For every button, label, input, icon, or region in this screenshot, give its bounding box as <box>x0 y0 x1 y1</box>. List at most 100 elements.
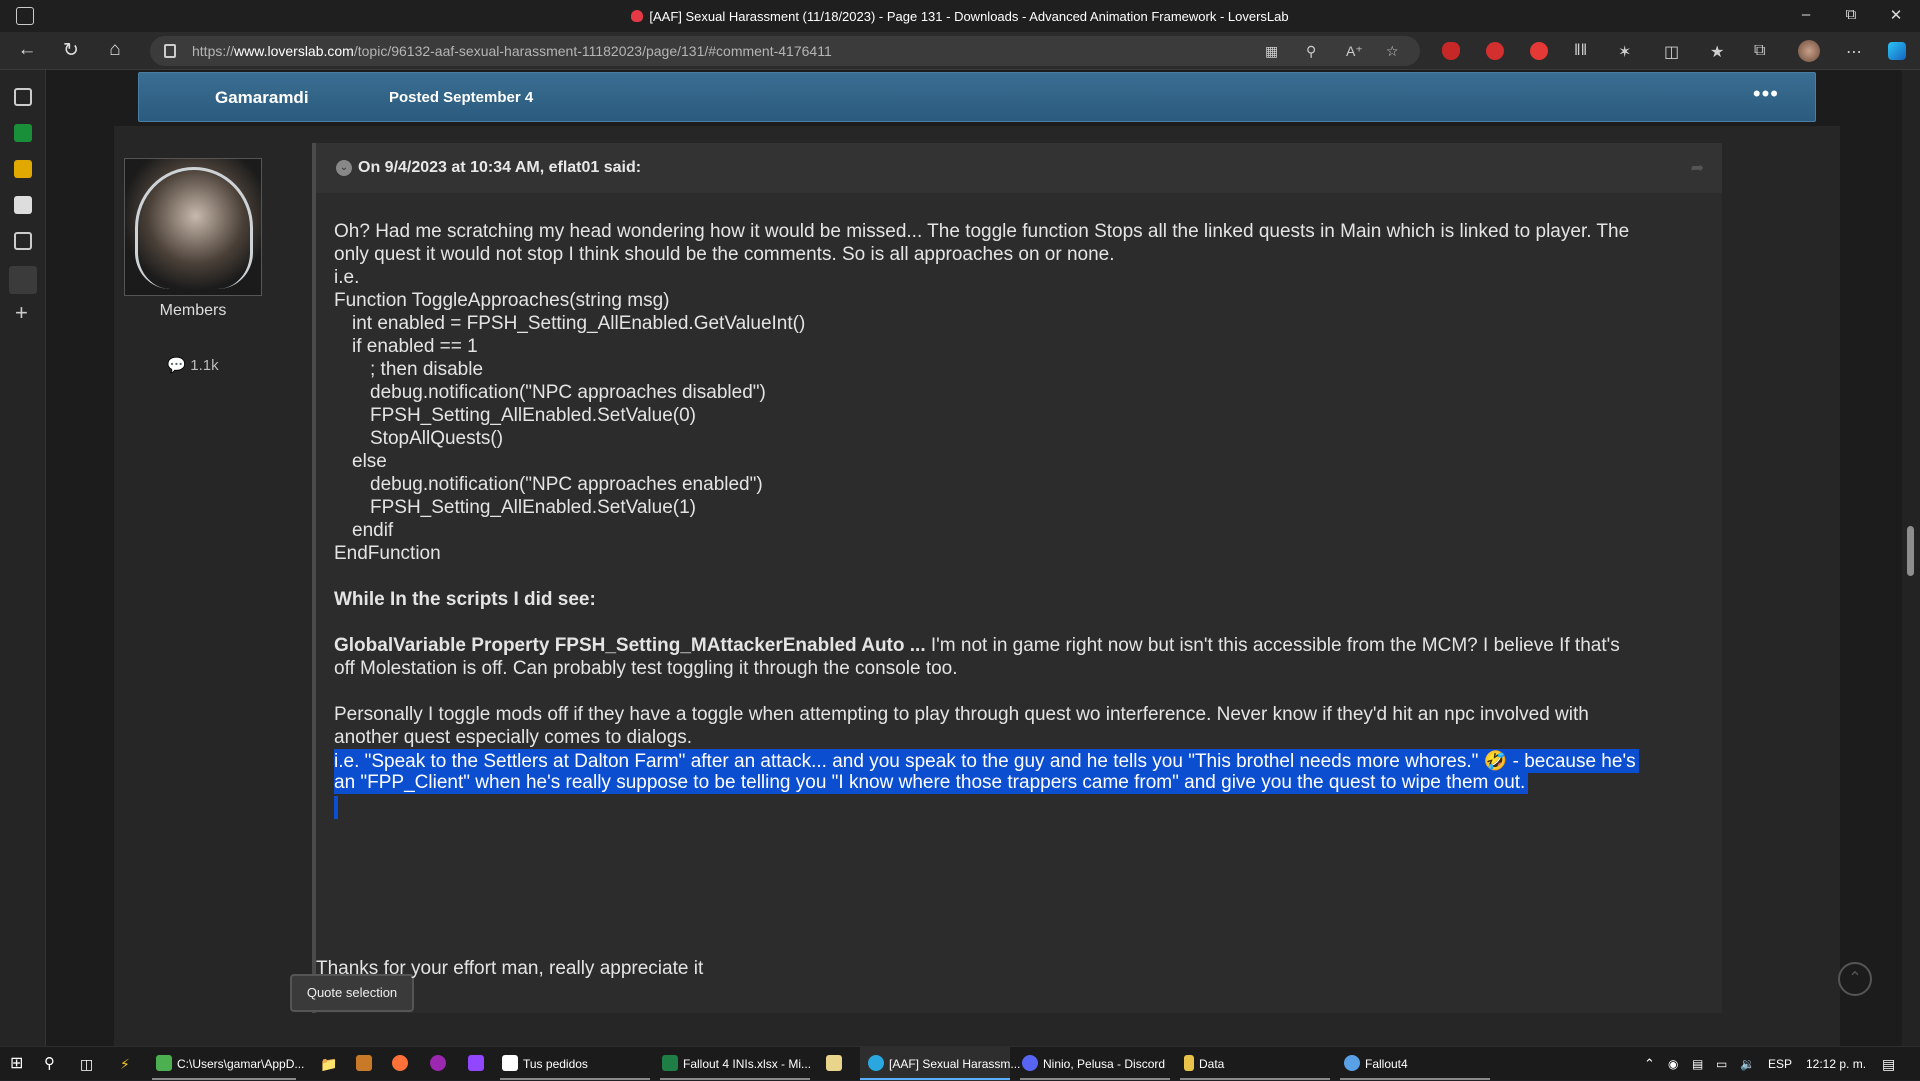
steam-tray-icon[interactable]: ◉ <box>1668 1047 1678 1081</box>
app-pinned-icon[interactable] <box>356 1047 377 1081</box>
equalizer-icon[interactable]: ‖‖ <box>1574 42 1587 60</box>
taskbar-item-edge[interactable]: [AAF] Sexual Harassm... <box>860 1047 1020 1081</box>
calendar-icon[interactable] <box>14 232 32 250</box>
refresh-icon[interactable]: ↻ <box>58 39 84 62</box>
code-line: Function ToggleApproaches(string msg) <box>334 290 670 311</box>
code-line: EndFunction <box>334 543 441 564</box>
twitch-icon[interactable] <box>468 1047 489 1081</box>
taskbar-item-explorer[interactable]: C:\Users\gamar\AppD... <box>156 1047 304 1081</box>
author-post-count: 💬 1.1k <box>167 357 219 374</box>
lock-icon[interactable] <box>164 44 176 58</box>
selection-caret <box>334 796 338 819</box>
highlighted-selection-line[interactable]: i.e. "Speak to the Settlers at Dalton Fa… <box>334 749 1639 773</box>
code-line: FPSH_Setting_AllEnabled.SetValue(0) <box>370 405 697 426</box>
quote-header: ⌄ On 9/4/2023 at 10:34 AM, eflat01 said:… <box>316 143 1722 193</box>
comment-icon: 💬 <box>167 357 187 374</box>
red-drop-extension-icon[interactable] <box>1530 42 1548 60</box>
quote-line: only quest it would not stop I think sho… <box>334 244 1115 265</box>
taskbar-item-discord[interactable]: Ninio, Pelusa - Discord <box>1022 1047 1165 1081</box>
windows-start-icon[interactable]: ⊞ <box>10 1047 23 1081</box>
taskbar-item-fallout4[interactable]: Fallout4 <box>1344 1047 1408 1081</box>
collapse-chevron-icon[interactable]: ⌄ <box>336 160 352 176</box>
code-line: StopAllQuests() <box>370 428 504 449</box>
shield-extension-icon[interactable] <box>1442 42 1460 60</box>
code-line: debug.notification("NPC approaches enabl… <box>370 474 763 495</box>
favorites-icon[interactable]: ★ <box>1710 42 1724 62</box>
taskbar-item-excel[interactable]: Fallout 4 INIs.xlsx - Mi... <box>662 1047 811 1081</box>
code-line: debug.notification("NPC approaches disab… <box>370 382 766 403</box>
language-indicator[interactable]: ESP <box>1768 1047 1792 1081</box>
explorer-icon <box>156 1055 172 1071</box>
network-tray-icon[interactable]: ▤ <box>1692 1047 1703 1081</box>
window-title-bar: [AAF] Sexual Harassment (11/18/2023) - P… <box>0 0 1920 32</box>
clock[interactable]: 12:12 p. m. <box>1806 1047 1866 1081</box>
code-line: ; then disable <box>370 359 484 380</box>
search-icon[interactable]: ⚲ <box>44 1047 55 1081</box>
global-variable-line: GlobalVariable Property FPSH_Setting_MAt… <box>334 635 1620 656</box>
loverslab-sidebar-icon[interactable] <box>9 266 37 294</box>
fallout4-icon <box>1344 1055 1360 1071</box>
app-pinned-icon-3[interactable] <box>826 1047 847 1081</box>
windows-taskbar: ⊞ ⚲ ◫ ⚡ C:\Users\gamar\AppD... 📁 Tus ped… <box>0 1046 1920 1081</box>
browser-toolbar: ← ↻ ⌂ https://www.loverslab.com/topic/96… <box>0 32 1920 70</box>
quote-citation[interactable]: On 9/4/2023 at 10:34 AM, eflat01 said: <box>358 159 641 177</box>
post-header: Gamaramdi Posted September 4 ••• <box>138 72 1816 122</box>
back-icon[interactable]: ← <box>14 39 40 61</box>
profile-avatar[interactable] <box>1798 40 1820 62</box>
page-scrollbar[interactable] <box>1902 70 1920 1046</box>
share-arrow-icon[interactable]: ➦ <box>1691 158 1704 178</box>
folder-pinned-icon[interactable]: 📁 <box>320 1047 337 1081</box>
author-avatar[interactable] <box>124 158 262 296</box>
post-author[interactable]: Gamaramdi <box>215 88 309 108</box>
copilot-icon[interactable] <box>1888 42 1906 60</box>
task-view-icon[interactable]: ◫ <box>80 1047 93 1081</box>
volume-icon[interactable]: 🔉 <box>1740 1047 1755 1081</box>
favorite-star-icon[interactable]: ☆ <box>1386 36 1399 66</box>
notes-icon[interactable] <box>14 160 32 178</box>
taskbar-item-folder[interactable]: Data <box>1184 1047 1224 1081</box>
read-aloud-icon[interactable]: A⁺ <box>1346 36 1363 66</box>
folder-icon <box>1184 1055 1194 1071</box>
scrollbar-thumb[interactable] <box>1907 526 1914 576</box>
close-window-button[interactable]: ✕ <box>1881 6 1911 24</box>
address-bar[interactable]: https://www.loverslab.com/topic/96132-aa… <box>150 36 1420 66</box>
restore-button[interactable]: ⧉ <box>1836 6 1866 23</box>
loverslab-favicon-icon <box>631 10 644 22</box>
tabs-icon[interactable] <box>14 88 32 106</box>
app-pinned-icon-2[interactable] <box>430 1047 451 1081</box>
author-group: Members <box>159 302 227 319</box>
app-available-icon[interactable]: ▦ <box>1265 36 1278 66</box>
minimize-button[interactable]: – <box>1791 6 1821 23</box>
post-date[interactable]: Posted September 4 <box>389 89 533 106</box>
tray-overflow-icon[interactable]: ⌃ <box>1644 1047 1655 1081</box>
taskbar-item-amazon[interactable]: Tus pedidos <box>502 1047 588 1081</box>
code-line: int enabled = FPSH_Setting_AllEnabled.Ge… <box>352 313 806 334</box>
quote-line: Oh? Had me scratching my head wondering … <box>334 221 1630 242</box>
code-line: endif <box>352 520 394 541</box>
extensions-icon[interactable]: ✶ <box>1618 42 1631 62</box>
more-menu-icon[interactable]: ⋯ <box>1846 42 1862 62</box>
post-reply-text: Thanks for your effort man, really appre… <box>316 958 704 979</box>
adblock-extension-icon[interactable] <box>1486 42 1504 60</box>
add-icon[interactable]: + <box>15 300 28 326</box>
zoom-icon[interactable]: ⚲ <box>1306 36 1316 66</box>
notifications-icon[interactable]: ▤ <box>1882 1047 1895 1081</box>
code-line: if enabled == 1 <box>352 336 478 357</box>
quote-block: ⌄ On 9/4/2023 at 10:34 AM, eflat01 said:… <box>312 143 1722 1013</box>
amazon-icon[interactable] <box>14 196 32 214</box>
quote-line: Personally I toggle mods off if they hav… <box>334 704 1589 725</box>
scroll-to-top-button[interactable]: ⌃ <box>1838 962 1872 996</box>
home-icon[interactable]: ⌂ <box>102 39 128 61</box>
page-content: Gamaramdi Posted September 4 ••• Members… <box>46 70 1902 1046</box>
sheets-icon[interactable] <box>14 124 32 142</box>
scripts-heading: While In the scripts I did see: <box>334 589 596 610</box>
discord-icon <box>1022 1055 1038 1071</box>
code-line: FPSH_Setting_AllEnabled.SetValue(1) <box>370 497 697 518</box>
collections-icon[interactable]: ⧉ <box>1754 42 1765 60</box>
firefox-icon[interactable] <box>392 1047 413 1081</box>
split-screen-icon[interactable]: ◫ <box>1664 42 1679 62</box>
post-more-icon[interactable]: ••• <box>1753 81 1779 107</box>
highlighted-selection-line[interactable]: an "FPP_Client" when he's really suppose… <box>334 772 1529 794</box>
pinned-app-icon[interactable]: ⚡ <box>120 1047 130 1081</box>
monitor-tray-icon[interactable]: ▭ <box>1716 1047 1727 1081</box>
